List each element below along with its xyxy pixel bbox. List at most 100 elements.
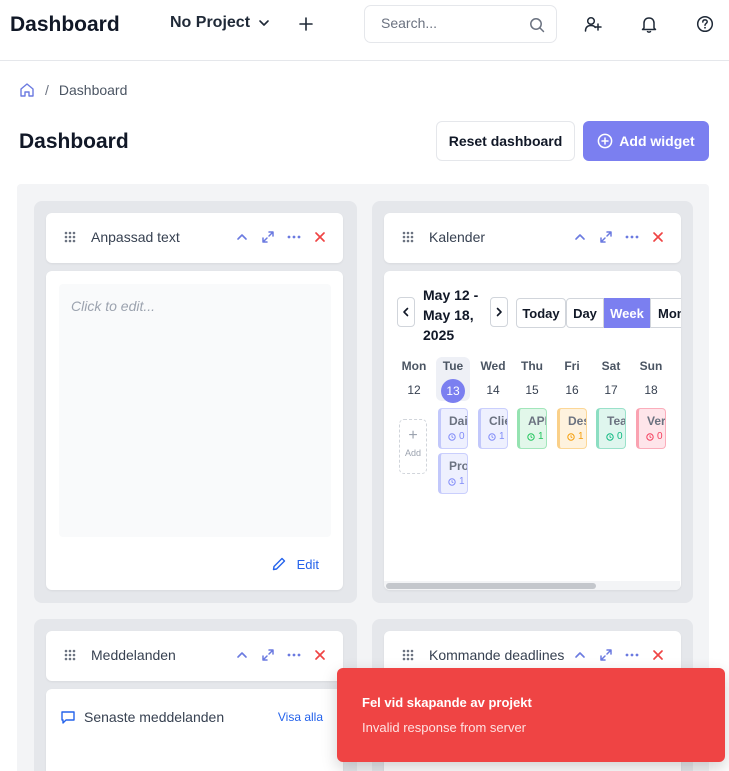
view-week-button[interactable]: Week [604, 298, 650, 328]
prev-week-button[interactable] [397, 297, 415, 327]
event-title: Vers [647, 414, 666, 428]
event-title: Des [568, 414, 586, 428]
project-label: No Project [170, 14, 251, 31]
drag-handle-icon[interactable] [64, 649, 76, 661]
widget-title: Kalender [429, 229, 486, 245]
day-column-sat[interactable]: Sat 17 [594, 359, 628, 397]
messages-body: Senaste meddelanden Visa alla [46, 689, 343, 771]
event-time-value: 1 [499, 431, 505, 442]
calendar-event[interactable]: Proj 1 [438, 453, 468, 494]
drag-handle-icon[interactable] [402, 231, 414, 243]
clock-icon [646, 432, 654, 441]
day-column-thu[interactable]: Thu 15 [515, 359, 549, 397]
day-column-wed[interactable]: Wed 14 [476, 359, 510, 397]
add-widget-button[interactable]: Add widget [583, 121, 709, 161]
horizontal-scrollbar[interactable] [384, 581, 680, 590]
drag-handle-icon[interactable] [64, 231, 76, 243]
bell-icon[interactable] [640, 15, 658, 33]
help-icon[interactable] [696, 15, 714, 33]
expand-icon[interactable] [261, 648, 275, 662]
day-column-sun[interactable]: Sun 18 [634, 359, 668, 397]
chevron-right-icon [496, 307, 502, 317]
more-icon[interactable] [287, 230, 301, 244]
add-user-icon[interactable] [584, 15, 602, 33]
close-icon[interactable] [651, 230, 665, 244]
chevron-down-icon [259, 20, 269, 26]
event-time: 0 [646, 431, 663, 442]
collapse-icon[interactable] [573, 230, 587, 244]
view-all-link[interactable]: Visa alla [278, 710, 323, 724]
calendar-event[interactable]: API 1 [517, 408, 547, 449]
search-input[interactable] [381, 15, 521, 31]
calendar-event[interactable]: Vers 0 [636, 408, 666, 449]
add-label: Add [404, 448, 421, 458]
breadcrumb: / Dashboard [19, 82, 127, 98]
expand-icon[interactable] [599, 230, 613, 244]
day-number: 15 [525, 383, 539, 397]
collapse-icon[interactable] [573, 648, 587, 662]
event-title: Clie [489, 414, 507, 428]
calendar-event[interactable]: Tear 0 [596, 408, 626, 449]
widget-header: Kalender [384, 213, 681, 263]
calendar-event[interactable]: Clie 1 [478, 408, 508, 449]
event-time: 1 [527, 431, 544, 442]
collapse-icon[interactable] [235, 230, 249, 244]
add-event-slot[interactable]: + Add [399, 419, 427, 474]
expand-icon[interactable] [599, 648, 613, 662]
widget-header: Anpassad text [46, 213, 343, 263]
event-time: 0 [606, 431, 623, 442]
search-box [364, 5, 557, 43]
messages-subtitle: Senaste meddelanden [84, 709, 225, 725]
close-icon[interactable] [651, 648, 665, 662]
calendar-event[interactable]: Dail 0 [438, 408, 468, 449]
drag-handle-icon[interactable] [402, 649, 414, 661]
close-icon[interactable] [313, 230, 327, 244]
today-button[interactable]: Today [516, 298, 566, 328]
next-week-button[interactable] [490, 297, 508, 327]
toast-message: Invalid response from server [362, 720, 527, 735]
new-project-button[interactable] [296, 13, 316, 35]
day-name: Sun [639, 359, 663, 373]
view-month-button[interactable]: Mon [650, 298, 681, 328]
day-name: Mon [401, 359, 427, 373]
widget-actions [235, 230, 327, 244]
close-icon[interactable] [313, 648, 327, 662]
widget-header: Meddelanden [46, 631, 343, 681]
add-widget-label: Add widget [619, 133, 695, 149]
day-column-tue[interactable]: Tue 13 [436, 357, 470, 403]
calendar-event[interactable]: Des 1 [557, 408, 587, 449]
widget-title: Anpassad text [91, 229, 180, 245]
expand-icon[interactable] [261, 230, 275, 244]
error-toast[interactable]: Fel vid skapande av projekt Invalid resp… [337, 668, 725, 762]
day-name: Tue [442, 359, 464, 373]
project-selector[interactable]: No Project [170, 14, 270, 32]
scrollbar-thumb[interactable] [386, 583, 596, 589]
more-icon[interactable] [625, 648, 639, 662]
collapse-icon[interactable] [235, 648, 249, 662]
edit-button[interactable]: Edit [271, 556, 319, 572]
text-editor[interactable]: Click to edit... [59, 284, 331, 537]
event-time-value: 0 [617, 431, 623, 442]
event-title: Proj [449, 459, 467, 473]
toast-title: Fel vid skapande av projekt [362, 695, 532, 710]
more-icon[interactable] [287, 648, 301, 662]
more-icon[interactable] [625, 230, 639, 244]
search-icon[interactable] [529, 17, 545, 33]
text-widget: Anpassad text Click to edit... Edit [34, 201, 357, 603]
page-title: Dashboard [19, 130, 129, 153]
day-name: Fri [564, 359, 580, 373]
view-day-button[interactable]: Day [566, 298, 604, 328]
day-name: Wed [480, 359, 506, 373]
day-number: 13 [441, 379, 465, 403]
app-title: Dashboard [10, 13, 120, 36]
reset-dashboard-button[interactable]: Reset dashboard [436, 121, 575, 161]
plus-icon [299, 17, 313, 31]
day-column-fri[interactable]: Fri 16 [555, 359, 589, 397]
day-column-mon[interactable]: Mon 12 [397, 359, 431, 397]
clock-icon [606, 432, 614, 441]
event-time-value: 0 [459, 431, 465, 442]
home-icon[interactable] [19, 82, 35, 98]
event-time: 1 [567, 431, 584, 442]
clock-icon [448, 432, 456, 441]
chevron-left-icon [403, 307, 409, 317]
